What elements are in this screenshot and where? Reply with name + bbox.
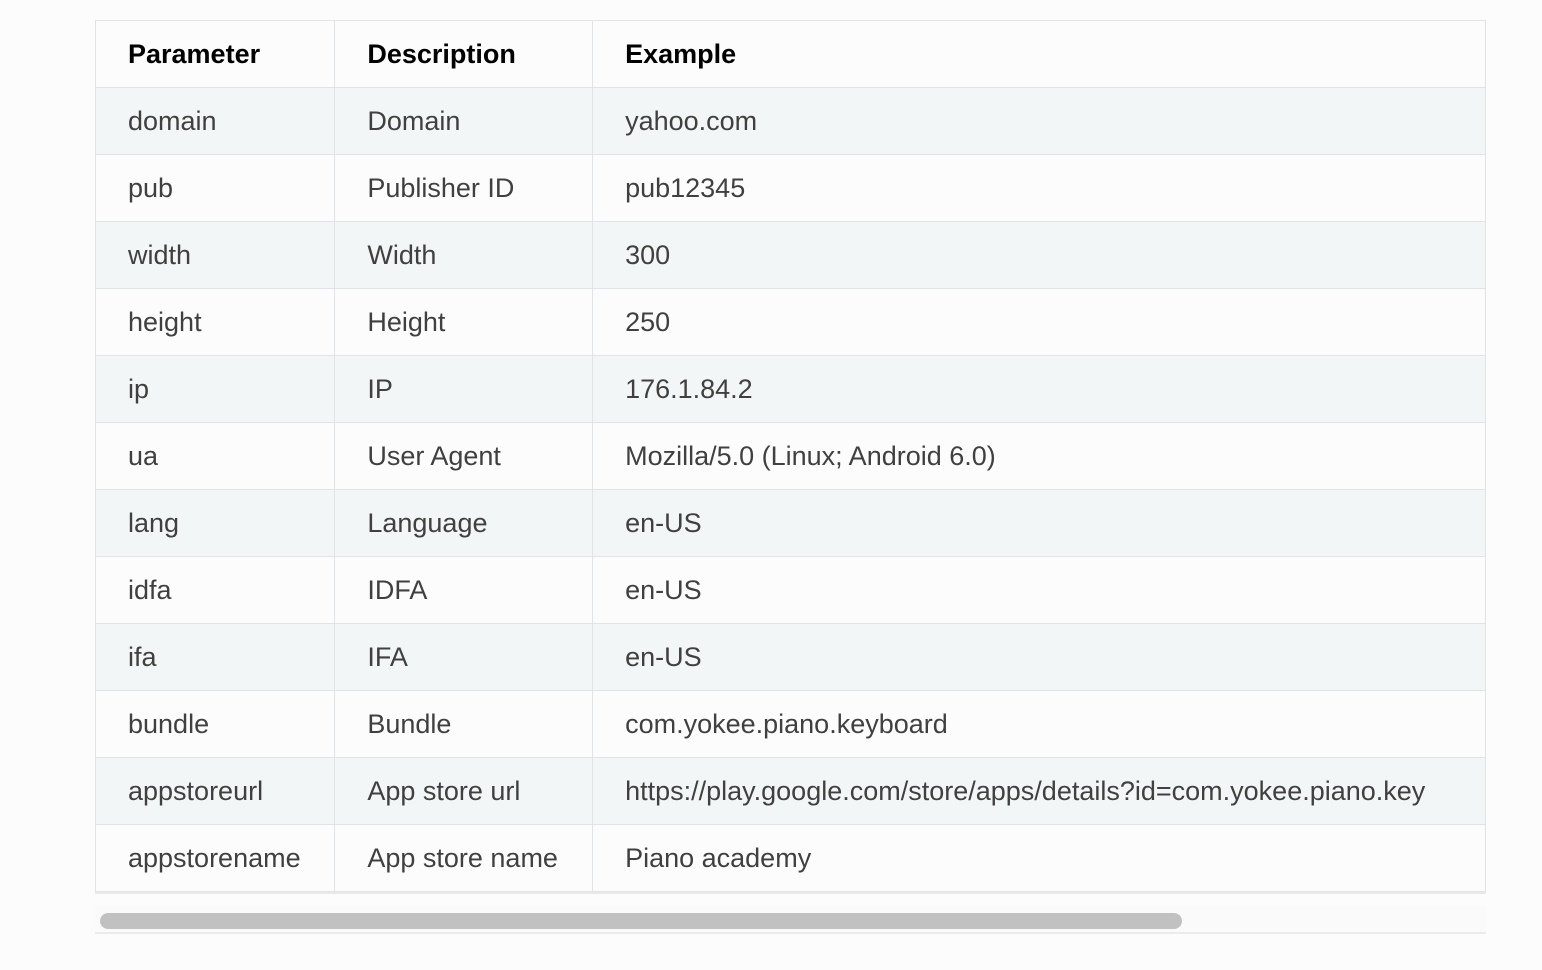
cell-description: App store name (334, 824, 594, 892)
parameters-table: Parameter Description Example domain Doma… (95, 20, 1486, 892)
cell-example: 300 (592, 221, 1486, 289)
cell-description: IFA (334, 623, 594, 691)
table-row: domain Domain yahoo.com (95, 87, 1486, 155)
cell-example: https://play.google.com/store/apps/detai… (592, 757, 1486, 825)
table-row: ip IP 176.1.84.2 (95, 355, 1486, 423)
cell-parameter: height (95, 288, 336, 356)
cell-parameter: lang (95, 489, 336, 557)
table-row: ifa IFA en-US (95, 623, 1486, 691)
cell-description: Domain (334, 87, 594, 155)
cell-example: Mozilla/5.0 (Linux; Android 6.0) (592, 422, 1486, 490)
cell-example: en-US (592, 489, 1486, 557)
cell-description: IDFA (334, 556, 594, 624)
cell-example: pub12345 (592, 154, 1486, 222)
cell-example: yahoo.com (592, 87, 1486, 155)
cell-parameter: bundle (95, 690, 336, 758)
table-row: bundle Bundle com.yokee.piano.keyboard (95, 690, 1486, 758)
parameters-table-container: Parameter Description Example domain Doma… (95, 20, 1486, 894)
horizontal-scrollbar[interactable] (95, 906, 1486, 934)
header-parameter: Parameter (95, 20, 336, 88)
cell-parameter: domain (95, 87, 336, 155)
header-description: Description (334, 20, 594, 88)
cell-parameter: appstoreurl (95, 757, 336, 825)
cell-example: Piano academy (592, 824, 1486, 892)
cell-description: Publisher ID (334, 154, 594, 222)
cell-example: 176.1.84.2 (592, 355, 1486, 423)
table-row: height Height 250 (95, 288, 1486, 356)
header-example: Example (592, 20, 1486, 88)
cell-example: en-US (592, 623, 1486, 691)
cell-description: App store url (334, 757, 594, 825)
cell-parameter: ip (95, 355, 336, 423)
cell-description: Width (334, 221, 594, 289)
table-row: ua User Agent Mozilla/5.0 (Linux; Android … (95, 422, 1486, 490)
cell-description: User Agent (334, 422, 594, 490)
cell-example: com.yokee.piano.keyboard (592, 690, 1486, 758)
cell-parameter: ua (95, 422, 336, 490)
scrollbar-thumb[interactable] (100, 913, 1182, 929)
table-row: appstorename App store name Piano academy (95, 824, 1486, 892)
cell-parameter: ifa (95, 623, 336, 691)
cell-parameter: width (95, 221, 336, 289)
table-row: lang Language en-US (95, 489, 1486, 557)
cell-description: Language (334, 489, 594, 557)
table-row: width Width 300 (95, 221, 1486, 289)
cell-description: Height (334, 288, 594, 356)
table-header-row: Parameter Description Example (95, 20, 1486, 88)
cell-parameter: appstorename (95, 824, 336, 892)
table-row: idfa IDFA en-US (95, 556, 1486, 624)
cell-parameter: idfa (95, 556, 336, 624)
table-row: pub Publisher ID pub12345 (95, 154, 1486, 222)
cell-parameter: pub (95, 154, 336, 222)
cell-description: IP (334, 355, 594, 423)
table-row: appstoreurl App store url https://play.goo… (95, 757, 1486, 825)
cell-example: en-US (592, 556, 1486, 624)
cell-example: 250 (592, 288, 1486, 356)
cell-description: Bundle (334, 690, 594, 758)
